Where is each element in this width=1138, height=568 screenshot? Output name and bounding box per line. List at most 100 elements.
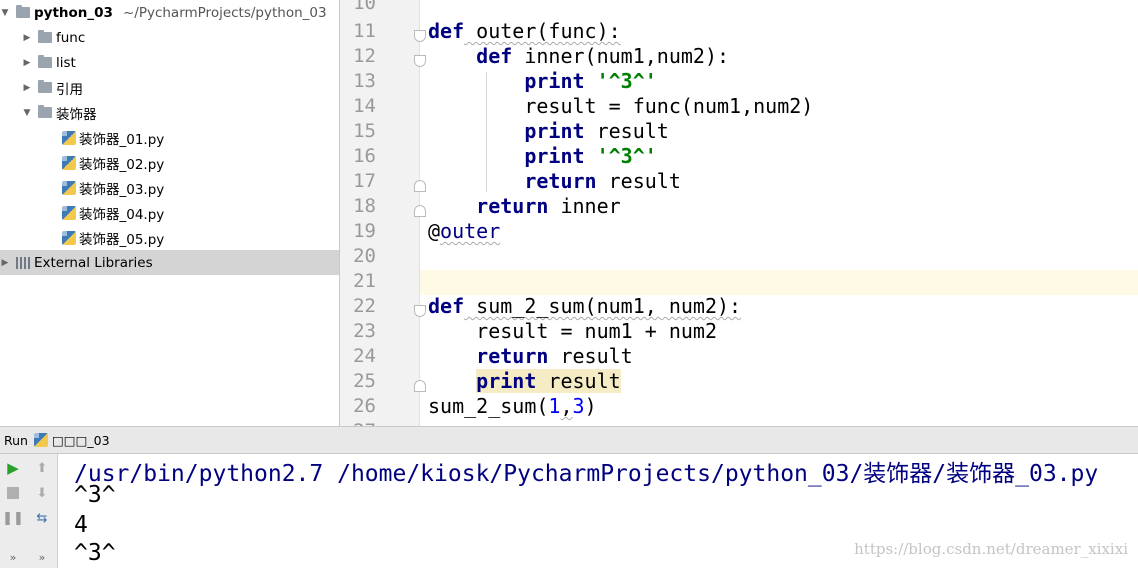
tree-folder-func[interactable]: ▶ func — [0, 25, 339, 50]
code-line-26: sum_2_sum(1,3) — [428, 394, 597, 418]
code-text: ) — [584, 394, 597, 418]
code-text: sum_2_sum( — [428, 394, 549, 418]
more-icon[interactable]: » — [4, 548, 22, 566]
code-line-11: def outer(func): — [428, 19, 621, 43]
python-file-icon — [62, 155, 76, 170]
soft-wrap-icon[interactable]: ⇆ — [33, 509, 51, 527]
tree-folder-list[interactable]: ▶ list — [0, 50, 339, 75]
line-number: 26 — [353, 395, 376, 417]
decorator-at: @ — [428, 219, 441, 243]
current-line-highlight — [420, 270, 1138, 295]
number-literal: 3 — [572, 394, 585, 418]
tree-file[interactable]: 装饰器_02.py — [0, 150, 339, 175]
code-line-25: print result — [428, 369, 621, 393]
code-line-18: return inner — [428, 194, 621, 218]
external-libraries-label: External Libraries — [34, 254, 153, 271]
expand-arrow-icon[interactable]: ▼ — [22, 108, 32, 118]
rerun-icon[interactable]: ▶ — [4, 459, 22, 477]
line-number: 25 — [353, 370, 376, 392]
folder-icon — [16, 5, 30, 18]
tree-file[interactable]: 装饰器_04.py — [0, 200, 339, 225]
string-literal: '^3^' — [584, 69, 657, 93]
run-label: Run — [4, 432, 28, 448]
fold-end-icon[interactable] — [414, 380, 426, 392]
keyword: def — [428, 294, 465, 318]
fold-end-icon[interactable] — [414, 180, 426, 192]
file-label: 装饰器_01.py — [79, 131, 165, 148]
folder-icon — [38, 80, 52, 93]
console-line: /usr/bin/python2.7 /home/kiosk/PycharmPr… — [74, 461, 1099, 487]
code-line-23: result = num1 + num2 — [428, 319, 717, 343]
collapse-arrow-icon[interactable]: ▶ — [0, 258, 10, 268]
line-number: 17 — [353, 170, 376, 192]
more-icon[interactable]: » — [33, 548, 51, 566]
fold-marker-icon[interactable] — [414, 55, 426, 67]
tree-root[interactable]: ▼ python_03 ~/PycharmProjects/python_03 — [0, 0, 339, 25]
keyword: return — [524, 169, 597, 193]
fold-end-icon[interactable] — [414, 205, 426, 217]
code-text: inner — [548, 194, 621, 218]
code-text: result — [596, 169, 681, 193]
line-number: 15 — [353, 120, 376, 142]
code-text: inner(num1,num2): — [512, 44, 730, 68]
code-editor[interactable]: 10 11 12 13 14 15 16 17 18 19 20 21 22 2… — [340, 0, 1138, 426]
stop-icon[interactable] — [4, 484, 22, 502]
keyword: def — [428, 19, 465, 43]
folder-icon — [38, 55, 52, 68]
python-file-icon — [62, 180, 76, 195]
line-number: 18 — [353, 195, 376, 217]
line-number: 20 — [353, 245, 376, 267]
fold-marker-icon[interactable] — [414, 30, 426, 42]
decorator-name: outer — [440, 219, 501, 243]
code-text: result — [584, 119, 669, 143]
code-line-19: @outer — [428, 219, 500, 243]
collapse-arrow-icon[interactable]: ▶ — [22, 58, 32, 68]
line-number: 16 — [353, 145, 376, 167]
file-label: 装饰器_04.py — [79, 206, 165, 223]
python-file-icon — [33, 433, 48, 447]
pause-icon[interactable]: ❚❚ — [2, 509, 24, 527]
console-line: 4 — [74, 512, 88, 538]
file-label: 装饰器_05.py — [79, 231, 165, 248]
keyword: print — [476, 369, 537, 393]
folder-icon — [38, 30, 52, 43]
expand-arrow-icon[interactable]: ▼ — [0, 8, 10, 18]
folder-label: list — [56, 54, 76, 71]
up-arrow-icon[interactable]: ⬆ — [33, 459, 51, 477]
line-number: 12 — [353, 45, 376, 67]
tree-file[interactable]: 装饰器_03.py — [0, 175, 339, 200]
console-line: ^3^ — [74, 482, 116, 508]
code-text: result — [536, 369, 621, 393]
string-literal: '^3^' — [584, 144, 657, 168]
tree-folder-yinyong[interactable]: ▶ 引用 — [0, 75, 339, 100]
code-line-15: print result — [428, 119, 669, 143]
run-side-toolbar: ▶ ⬆ ⬇ ❚❚ ⇆ » » — [0, 454, 58, 568]
line-number: 10 — [353, 0, 376, 14]
folder-label: 装饰器 — [56, 106, 97, 123]
line-number: 11 — [353, 20, 376, 42]
code-text: result = num1 + num2 — [476, 319, 717, 343]
code-text: sum_2_sum(num1, num2): — [464, 294, 742, 318]
folder-icon — [38, 105, 52, 118]
code-text: outer(func): — [464, 19, 621, 43]
keyword: print — [524, 69, 585, 93]
collapse-arrow-icon[interactable]: ▶ — [22, 83, 32, 93]
down-arrow-icon[interactable]: ⬇ — [33, 484, 51, 502]
collapse-arrow-icon[interactable]: ▶ — [22, 33, 32, 43]
line-number: 19 — [353, 220, 376, 242]
tree-file[interactable]: 装饰器_05.py — [0, 225, 339, 250]
python-file-icon — [62, 230, 76, 245]
code-text: result — [548, 344, 633, 368]
run-config-tab[interactable]: □□□_03 — [52, 433, 110, 448]
run-toolbar: Run □□□_03 — [0, 426, 1138, 454]
console-line: ^3^ — [74, 540, 116, 566]
fold-marker-icon[interactable] — [414, 305, 426, 317]
line-number: 22 — [353, 295, 376, 317]
tree-external-libraries[interactable]: ▶ External Libraries — [0, 250, 339, 275]
run-console[interactable]: /usr/bin/python2.7 /home/kiosk/PycharmPr… — [58, 454, 1138, 568]
tree-file[interactable]: 装饰器_01.py — [0, 125, 339, 150]
code-line-13: print '^3^' — [428, 69, 657, 93]
library-icon — [16, 256, 30, 269]
keyword: print — [524, 144, 585, 168]
tree-folder-decorator[interactable]: ▼ 装饰器 — [0, 100, 339, 125]
